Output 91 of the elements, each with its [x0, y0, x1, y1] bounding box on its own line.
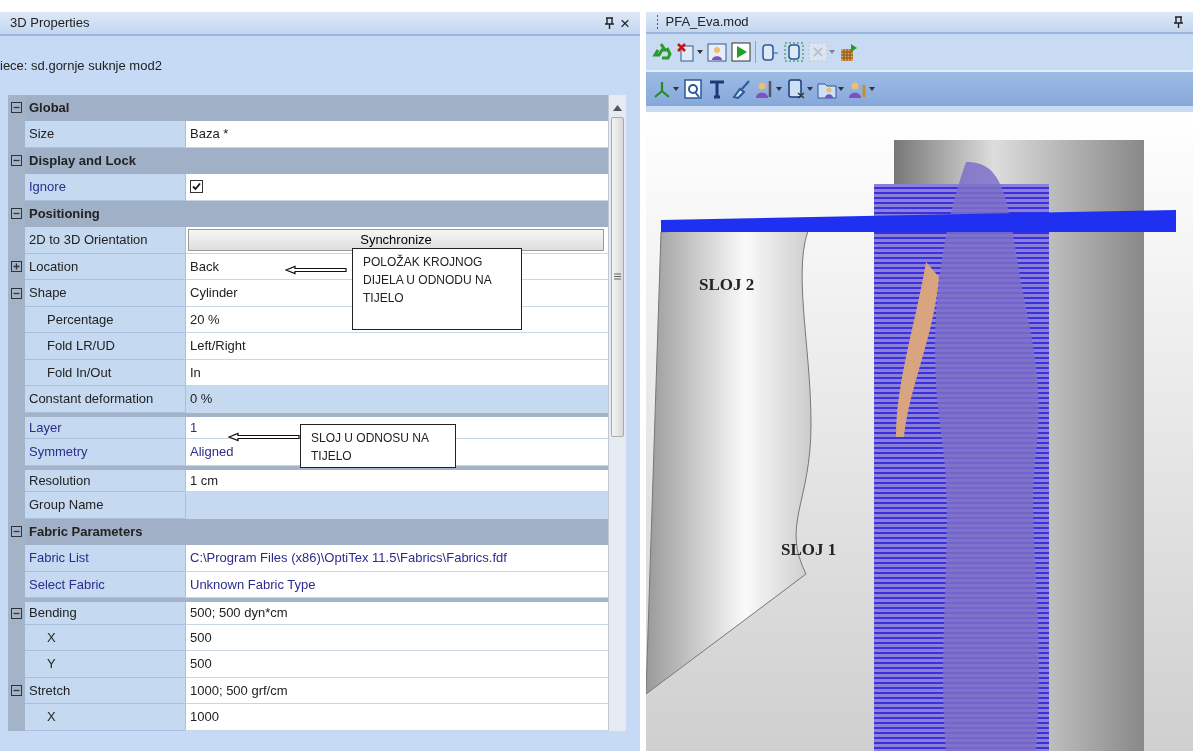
- caret-icon: [776, 86, 782, 91]
- category-header[interactable]: Display and Lock: [29, 151, 136, 171]
- arrow-icon: [285, 265, 347, 275]
- toolbar-button[interactable]: [786, 78, 813, 99]
- value-cell[interactable]: [185, 492, 608, 519]
- property-name: Constant deformation: [29, 390, 154, 408]
- toolbar-button[interactable]: [707, 41, 727, 62]
- caret-icon: [697, 49, 703, 54]
- collapse-icon[interactable]: [11, 287, 22, 299]
- synchronize-button[interactable]: Synchronize: [188, 228, 604, 251]
- property-value[interactable]: 500: [190, 654, 212, 674]
- property-name: Size: [29, 125, 55, 143]
- toolbar-button[interactable]: [707, 78, 727, 99]
- piece-label: iece: sd.gornje suknje mod2: [0, 58, 162, 73]
- layer-label: SLOJ 1: [781, 538, 837, 561]
- callout-note: POLOŽAK KROJNOG DIJELA U ODNODU NA TIJELO: [352, 248, 522, 330]
- collapse-icon[interactable]: [11, 208, 22, 220]
- caret-icon: [807, 86, 813, 91]
- play-icon: [731, 41, 751, 62]
- property-value[interactable]: In: [190, 362, 201, 382]
- property-name: Y: [47, 655, 56, 673]
- property-value[interactable]: Back: [190, 256, 219, 276]
- checker-icon: [839, 41, 859, 62]
- property-name: Group Name: [29, 496, 104, 514]
- collapse-icon[interactable]: [11, 685, 22, 697]
- property-name: Select Fabric: [29, 575, 105, 594]
- collapse-icon[interactable]: [11, 607, 22, 619]
- property-value[interactable]: 1000: [190, 707, 219, 727]
- collapse-icon[interactable]: [11, 155, 22, 167]
- delete-icon: [676, 41, 696, 62]
- phone-icon: [786, 78, 806, 99]
- category-header[interactable]: Fabric Parameters: [29, 522, 143, 542]
- scroll-thumb[interactable]: [611, 116, 624, 437]
- collapse-icon[interactable]: [11, 102, 22, 114]
- toolbar-button[interactable]: [784, 41, 804, 62]
- search-icon: [683, 78, 703, 99]
- property-name: 2D to 3D Orientation: [29, 231, 148, 249]
- caret-icon: [829, 49, 835, 54]
- scroll-up-icon[interactable]: [613, 104, 622, 111]
- person-icon: [707, 41, 727, 62]
- property-name: Fabric List: [29, 549, 89, 567]
- property-value[interactable]: 1000; 500 grf/cm: [190, 680, 288, 700]
- scrollbar[interactable]: [608, 94, 626, 731]
- property-name: Layer: [29, 418, 62, 437]
- toolbar-button[interactable]: [676, 41, 703, 62]
- property-name: Resolution: [29, 471, 91, 490]
- property-name: Shape: [29, 284, 67, 302]
- property-name: Fold In/Out: [47, 363, 112, 382]
- cylinder-icon: [784, 41, 804, 62]
- property-name: X: [47, 628, 56, 647]
- property-name: Fold LR/UD: [47, 337, 115, 355]
- toolbar-button[interactable]: [755, 78, 782, 99]
- category-header[interactable]: Global: [29, 98, 70, 118]
- property-value[interactable]: 20 %: [190, 309, 220, 329]
- brush-icon: [731, 78, 751, 99]
- toolbar-button[interactable]: [760, 41, 780, 62]
- property-value[interactable]: 1: [190, 417, 198, 437]
- caret-icon: [838, 86, 844, 91]
- property-name: Symmetry: [29, 443, 88, 461]
- property-value[interactable]: 1 cm: [190, 470, 219, 490]
- property-value[interactable]: Baza *: [190, 124, 229, 144]
- property-value[interactable]: Aligned: [190, 442, 234, 462]
- category-header[interactable]: Positioning: [29, 204, 100, 224]
- property-name: Bending: [29, 604, 77, 622]
- toolbar-button[interactable]: [683, 78, 703, 99]
- property-value[interactable]: 0 %: [190, 389, 213, 409]
- property-value[interactable]: Left/Right: [190, 336, 246, 356]
- pin-icon[interactable]: [604, 17, 614, 29]
- callout-note: SLOJ U ODNOSU NA TIJELO: [300, 424, 456, 468]
- caret-icon: [869, 86, 875, 91]
- property-name: Ignore: [29, 178, 66, 196]
- collapse-icon[interactable]: [11, 526, 22, 538]
- checkbox[interactable]: [190, 180, 203, 194]
- property-name: Location: [29, 257, 79, 276]
- panel-title: 3D Properties: [10, 14, 90, 33]
- layer-label: SLOJ 2: [699, 273, 755, 296]
- panel-title: PFA_Eva.mod: [665, 13, 749, 31]
- close-button[interactable]: ×: [620, 14, 630, 32]
- property-name: Stretch: [29, 681, 71, 700]
- text-icon: [707, 78, 727, 99]
- property-value[interactable]: Cylinder: [190, 283, 238, 303]
- property-name: X: [47, 708, 56, 726]
- property-name: Percentage: [47, 310, 114, 329]
- close-icon: [808, 41, 828, 62]
- caret-icon: [673, 86, 679, 91]
- expand-icon[interactable]: [11, 261, 22, 273]
- grip-icon[interactable]: [656, 14, 659, 29]
- cylinder-icon: [760, 41, 780, 62]
- pin-icon[interactable]: [1174, 15, 1183, 28]
- property-value[interactable]: 500: [190, 627, 212, 647]
- toolbar-button[interactable]: [731, 78, 751, 99]
